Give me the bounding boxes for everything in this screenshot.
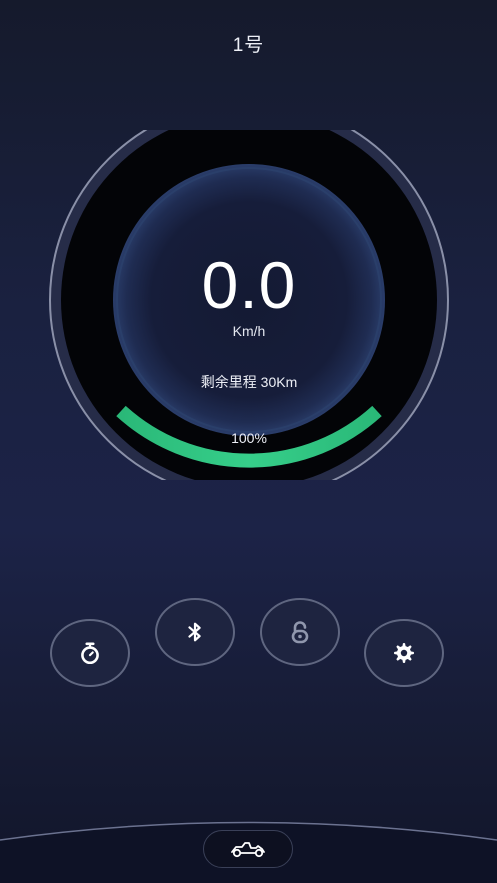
- page-title: 1号: [232, 35, 265, 56]
- stopwatch-icon: [81, 642, 99, 665]
- battery-percent: 100%: [231, 430, 267, 446]
- remaining-range: 剩余里程 30Km: [200, 374, 298, 390]
- speedometer: 0.0 Km/h 剩余里程 30Km 100%: [48, 130, 450, 480]
- unlock-icon: [291, 621, 309, 644]
- lock-button[interactable]: [260, 598, 340, 666]
- speed-value: 0.0: [201, 248, 297, 322]
- gear-icon: [394, 643, 414, 663]
- bluetooth-icon: [188, 622, 201, 642]
- go-kart-icon: [231, 842, 265, 858]
- settings-button[interactable]: [364, 619, 444, 687]
- timer-button[interactable]: [50, 619, 130, 687]
- bluetooth-button[interactable]: [155, 598, 235, 666]
- go-kart-button[interactable]: [203, 830, 293, 868]
- speed-unit: Km/h: [232, 323, 266, 339]
